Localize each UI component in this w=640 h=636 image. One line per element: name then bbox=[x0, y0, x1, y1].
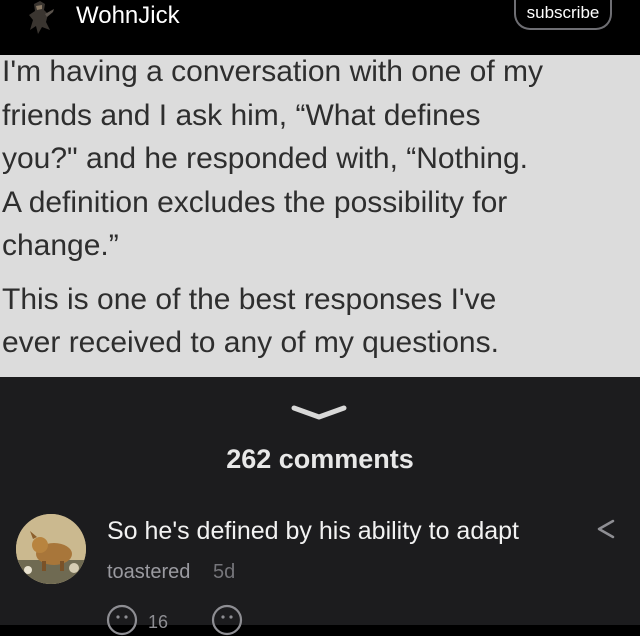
commenter-avatar[interactable] bbox=[16, 514, 86, 584]
comment-timestamp: 5d bbox=[213, 561, 236, 583]
post-text-line: friends and I ask him, “What defines bbox=[2, 98, 481, 132]
post-image[interactable]: I'm having a conversation with one of my… bbox=[0, 55, 640, 377]
comment-text: So he's defined by his ability to adapt bbox=[107, 517, 519, 545]
top-bar: WohnJick subscribe bbox=[0, 0, 640, 55]
comments-count: 262 comments bbox=[226, 444, 414, 474]
subscribe-button[interactable]: subscribe bbox=[514, 0, 612, 30]
chevron-down-icon[interactable] bbox=[290, 403, 348, 421]
post-text-line: you?" and he responded with, “Nothing. bbox=[2, 142, 528, 175]
comment-author[interactable]: toastered bbox=[107, 561, 190, 584]
reaction-count: 16 bbox=[148, 612, 169, 632]
post-text-line: change.” bbox=[2, 229, 119, 262]
username[interactable]: WohnJick bbox=[76, 2, 180, 30]
share-icon[interactable] bbox=[594, 517, 618, 541]
smiley-icon[interactable] bbox=[106, 604, 138, 636]
post-paragraph: I'm having a conversation with one of my… bbox=[0, 55, 640, 268]
post-text-line: I'm having a conversation with one of my bbox=[2, 55, 543, 88]
post-paragraph: This is one of the best responses I've e… bbox=[0, 278, 640, 365]
add-reaction-icon[interactable] bbox=[211, 604, 243, 636]
post-text-line: ever received to any of my questions. bbox=[2, 326, 499, 359]
user-avatar-icon[interactable] bbox=[20, 0, 60, 36]
post-text-line: This is one of the best responses I've bbox=[2, 282, 497, 316]
post-text-line: A definition excludes the possibility fo… bbox=[2, 185, 508, 219]
